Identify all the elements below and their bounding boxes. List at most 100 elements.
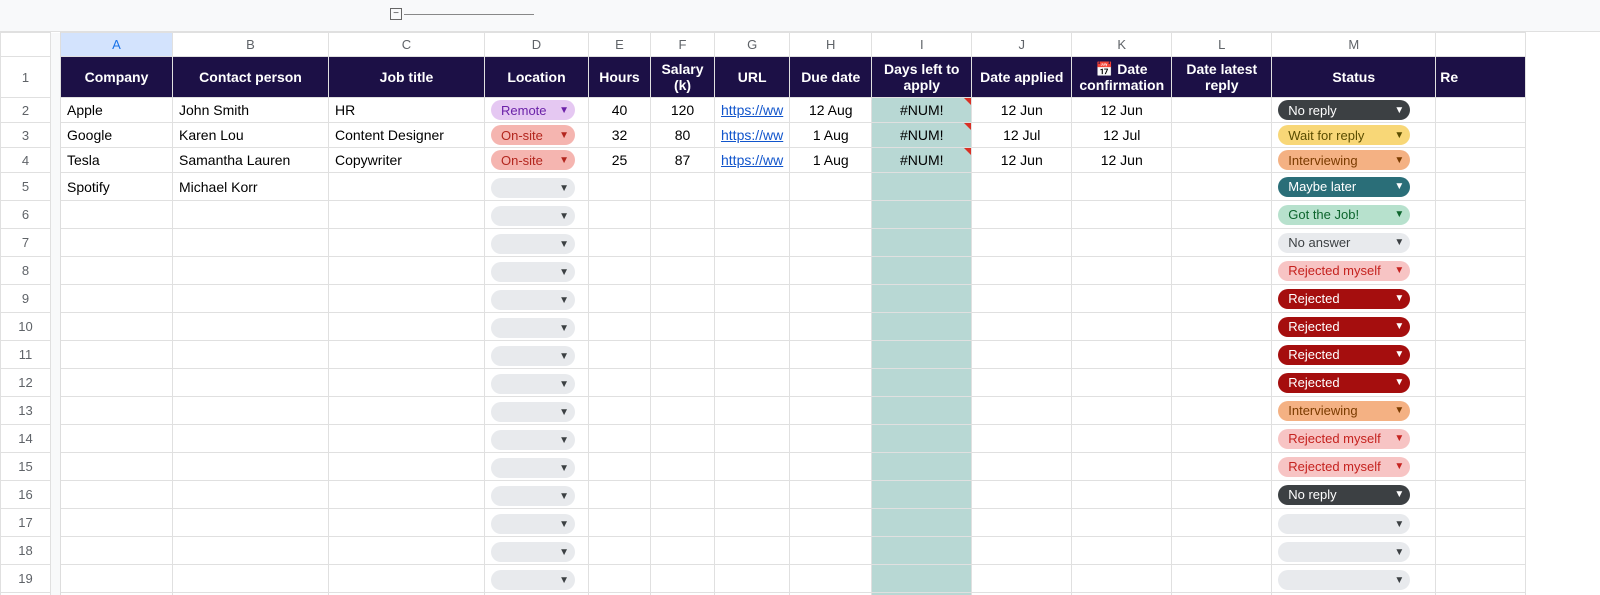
cell-dateconfirm[interactable]	[1072, 509, 1172, 537]
cell-location[interactable]: ▼	[485, 173, 589, 201]
cell-dateconfirm[interactable]	[1072, 425, 1172, 453]
cell-status[interactable]: Interviewing▼	[1272, 397, 1436, 425]
location-chip[interactable]: ▼	[491, 346, 575, 366]
cell-dateapplied[interactable]	[972, 565, 1072, 593]
status-chip[interactable]: Rejected myself▼	[1278, 429, 1410, 449]
cell-url[interactable]	[715, 537, 790, 565]
cell-salary[interactable]	[651, 453, 715, 481]
cell-dateconfirm[interactable]: 12 Jul	[1072, 123, 1172, 148]
cell-daysleft[interactable]	[872, 425, 972, 453]
cell-dateapplied[interactable]	[972, 425, 1072, 453]
cell-daysleft[interactable]	[872, 285, 972, 313]
cell-datelatest[interactable]	[1172, 481, 1272, 509]
row-header-1[interactable]: 1	[1, 57, 51, 98]
cell-salary[interactable]	[651, 229, 715, 257]
cell-extra[interactable]	[1436, 285, 1526, 313]
cell-location[interactable]: ▼	[485, 397, 589, 425]
cell-salary[interactable]: 120	[651, 98, 715, 123]
cell-salary[interactable]	[651, 285, 715, 313]
cell-contact[interactable]	[173, 537, 329, 565]
cell-url[interactable]	[715, 229, 790, 257]
cell-duedate[interactable]	[790, 481, 872, 509]
cell-dateapplied[interactable]	[972, 201, 1072, 229]
cell-location[interactable]: ▼	[485, 313, 589, 341]
cell-duedate[interactable]: 12 Aug	[790, 98, 872, 123]
cell-company[interactable]: Spotify	[61, 173, 173, 201]
cell-daysleft[interactable]	[872, 565, 972, 593]
cell-contact[interactable]	[173, 565, 329, 593]
cell-company[interactable]	[61, 509, 173, 537]
cell-dateapplied[interactable]	[972, 257, 1072, 285]
cell-extra[interactable]	[1436, 98, 1526, 123]
status-chip[interactable]: No reply▼	[1278, 485, 1410, 505]
cell-extra[interactable]	[1436, 123, 1526, 148]
col-header-N[interactable]	[1436, 33, 1526, 57]
cell-status[interactable]: Rejected myself▼	[1272, 453, 1436, 481]
cell-extra[interactable]	[1436, 537, 1526, 565]
cell-extra[interactable]	[1436, 341, 1526, 369]
cell-url[interactable]	[715, 369, 790, 397]
cell-contact[interactable]	[173, 201, 329, 229]
cell-hours[interactable]	[589, 285, 651, 313]
cell-extra[interactable]	[1436, 201, 1526, 229]
col-header-C[interactable]: C	[329, 33, 485, 57]
cell-company[interactable]	[61, 537, 173, 565]
cell-dateconfirm[interactable]	[1072, 481, 1172, 509]
cell-location[interactable]: Remote▼	[485, 98, 589, 123]
cell-hours[interactable]: 32	[589, 123, 651, 148]
cell-datelatest[interactable]	[1172, 565, 1272, 593]
cell-url[interactable]	[715, 481, 790, 509]
cell-daysleft[interactable]: #NUM!	[872, 98, 972, 123]
cell-salary[interactable]	[651, 173, 715, 201]
cell-daysleft[interactable]	[872, 341, 972, 369]
cell-contact[interactable]	[173, 341, 329, 369]
cell-contact[interactable]	[173, 425, 329, 453]
cell-hours[interactable]	[589, 257, 651, 285]
cell-status[interactable]: Got the Job!▼	[1272, 201, 1436, 229]
col-header-M[interactable]: M	[1272, 33, 1436, 57]
cell-datelatest[interactable]	[1172, 425, 1272, 453]
cell-contact[interactable]	[173, 397, 329, 425]
cell-datelatest[interactable]	[1172, 98, 1272, 123]
location-chip[interactable]: ▼	[491, 430, 575, 450]
cell-url[interactable]	[715, 397, 790, 425]
cell-dateapplied[interactable]: 12 Jul	[972, 123, 1072, 148]
cell-company[interactable]	[61, 229, 173, 257]
hdr-duedate[interactable]: Due date	[790, 57, 872, 98]
cell-company[interactable]	[61, 257, 173, 285]
location-chip[interactable]: ▼	[491, 374, 575, 394]
cell-status[interactable]: No reply▼	[1272, 98, 1436, 123]
cell-salary[interactable]	[651, 313, 715, 341]
cell-dateapplied[interactable]: 12 Jun	[972, 148, 1072, 173]
cell-duedate[interactable]	[790, 565, 872, 593]
cell-location[interactable]: ▼	[485, 453, 589, 481]
cell-datelatest[interactable]	[1172, 257, 1272, 285]
cell-dateconfirm[interactable]	[1072, 173, 1172, 201]
cell-daysleft[interactable]	[872, 453, 972, 481]
location-chip[interactable]: ▼	[491, 290, 575, 310]
cell-hours[interactable]	[589, 509, 651, 537]
cell-datelatest[interactable]	[1172, 229, 1272, 257]
cell-duedate[interactable]	[790, 173, 872, 201]
cell-hours[interactable]	[589, 313, 651, 341]
cell-datelatest[interactable]	[1172, 285, 1272, 313]
cell-jobtitle[interactable]	[329, 425, 485, 453]
cell-contact[interactable]	[173, 453, 329, 481]
status-chip[interactable]: No reply▼	[1278, 100, 1410, 120]
status-chip[interactable]: Interviewing▼	[1278, 150, 1410, 170]
cell-duedate[interactable]	[790, 397, 872, 425]
cell-contact[interactable]	[173, 509, 329, 537]
cell-status[interactable]: Rejected▼	[1272, 285, 1436, 313]
cell-url[interactable]: https://ww	[715, 98, 790, 123]
cell-url[interactable]	[715, 453, 790, 481]
location-chip[interactable]: ▼	[491, 234, 575, 254]
cell-url[interactable]: https://ww	[715, 123, 790, 148]
cell-salary[interactable]	[651, 397, 715, 425]
location-chip[interactable]: ▼	[491, 570, 575, 590]
cell-hours[interactable]: 25	[589, 148, 651, 173]
cell-company[interactable]	[61, 313, 173, 341]
row-header-13[interactable]: 13	[1, 397, 51, 425]
cell-datelatest[interactable]	[1172, 453, 1272, 481]
status-chip[interactable]: Rejected▼	[1278, 317, 1410, 337]
location-chip[interactable]: ▼	[491, 458, 575, 478]
